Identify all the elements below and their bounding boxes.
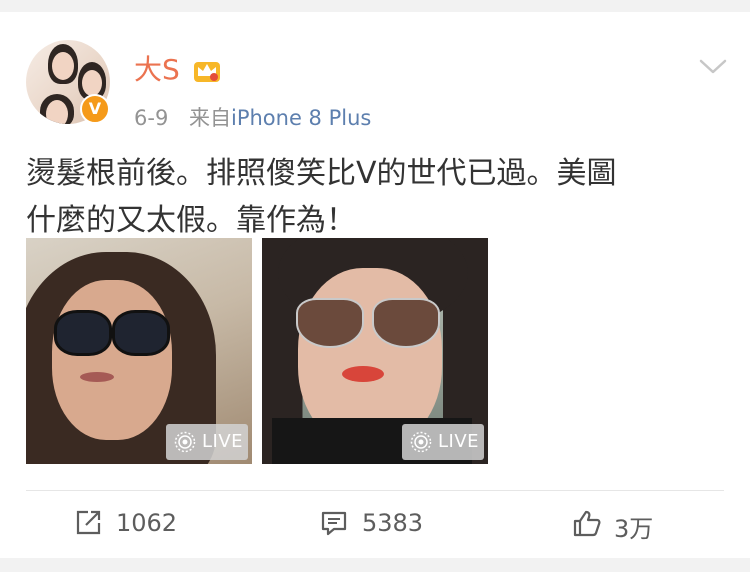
live-label: LIVE <box>438 431 480 452</box>
username[interactable]: 大S <box>134 48 180 88</box>
avatar-face <box>52 52 74 80</box>
post-text-line: 燙髮根前後。排照傻笑比V的世代已過。美圖 <box>26 156 617 191</box>
repost-button[interactable]: 1062 <box>74 502 214 542</box>
like-icon <box>573 510 601 537</box>
photo-face <box>52 280 172 440</box>
live-label: LIVE <box>202 431 244 452</box>
photo-lips <box>342 366 384 382</box>
photo-lens <box>112 310 170 356</box>
post-meta: 6-9 来自iPhone 8 Plus <box>134 102 371 132</box>
like-button[interactable]: 3万 <box>572 502 712 543</box>
avatar-face <box>46 100 68 124</box>
live-icon <box>410 431 432 453</box>
post-text: 燙髮根前後。排照傻笑比V的世代已過。美圖 什麼的又太假。靠作為！ <box>26 150 726 244</box>
source-prefix: 来自 <box>189 106 231 130</box>
crown-icon[interactable] <box>192 56 222 84</box>
weibo-post-card: V 大S 6-9 来自iPhone 8 Plus 燙髮根前後。排照傻笑比V的世代… <box>0 12 750 558</box>
photo-1[interactable]: LIVE <box>26 238 252 464</box>
chevron-down-icon[interactable] <box>698 58 728 76</box>
live-icon <box>174 431 196 453</box>
photo-2[interactable]: LIVE <box>262 238 488 464</box>
comment-icon <box>321 511 347 536</box>
comment-count: 5383 <box>362 509 424 537</box>
comment-button[interactable]: 5383 <box>320 502 460 542</box>
divider <box>26 490 724 491</box>
photo-lens <box>372 298 440 348</box>
photo-lips <box>80 372 114 382</box>
like-count: 3万 <box>614 515 654 543</box>
live-badge[interactable]: LIVE <box>402 424 484 460</box>
verified-v-icon: V <box>80 94 110 124</box>
photo-lens <box>54 310 112 356</box>
photo-lens <box>296 298 364 348</box>
post-date: 6-9 <box>134 106 169 130</box>
post-text-line: 什麼的又太假。靠作為！ <box>26 203 356 238</box>
live-badge[interactable]: LIVE <box>166 424 248 460</box>
repost-count: 1062 <box>116 509 178 537</box>
repost-icon <box>76 510 101 535</box>
source-device[interactable]: iPhone 8 Plus <box>231 106 371 130</box>
avatar-face <box>82 70 102 96</box>
